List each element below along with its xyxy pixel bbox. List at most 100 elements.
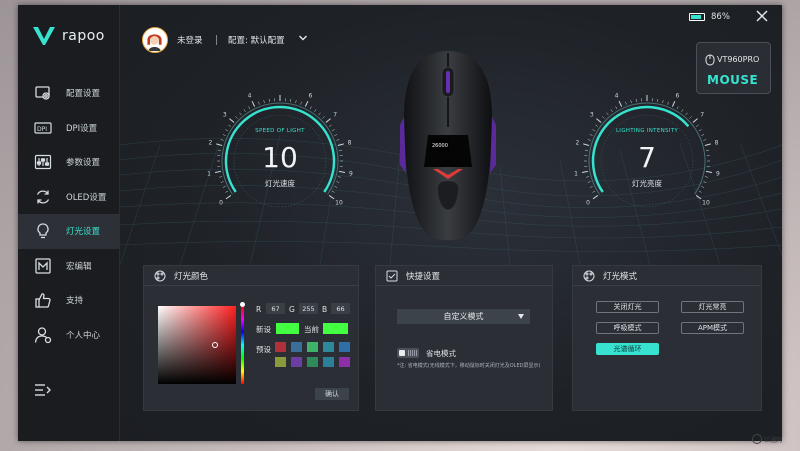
user-gear-icon [34,326,52,344]
bulb-icon [34,222,52,240]
gauge-tick [258,101,260,105]
avatar[interactable] [142,27,168,53]
svg-text:DPI: DPI [37,126,47,133]
gauge-tick [290,98,292,102]
gauge-tick [701,134,705,136]
gauge-tick [228,124,231,127]
gauge-tick [229,118,235,123]
mode-select[interactable]: 自定义模式 [397,309,530,324]
r-input[interactable]: 67 [266,303,285,314]
speed-gauge[interactable]: 012345678910 SPEED OF LIGHT 10 灯光速度 [205,91,355,221]
gauge-tick [596,118,602,123]
gauge-tick [698,190,702,193]
confirm-button[interactable]: 确认 [315,388,349,400]
preset-swatch[interactable] [307,342,318,352]
preset-swatch[interactable] [307,357,318,367]
watermark: 亿通网 [752,432,792,446]
gauge-tick [595,124,598,127]
sidebar-item-label: DPI设置 [66,123,98,134]
gauge-tick [606,112,609,116]
gauge-tick-label: 10 [335,199,343,206]
gauge-tick [248,106,251,110]
gauge-tick-label: 6 [676,93,680,100]
thumbs-up-icon [34,291,52,309]
sidebar-item-label: 支持 [66,296,84,307]
sidebar-item-profile-settings[interactable]: 配置设置 [18,76,120,111]
sidebar-item-user-center[interactable]: 个人中心 [18,318,120,353]
hue-slider-handle[interactable] [240,302,245,307]
new-color-swatch [276,323,299,334]
sidebar-item-support[interactable]: 支持 [18,283,120,318]
speed-gauge-value: 10 [262,141,298,174]
gauge-tick [618,100,623,107]
profile-selector[interactable]: 配置: 默认配置 [228,34,285,46]
gauge-tick [239,112,242,116]
sidebar-item-dpi[interactable]: DPI DPI设置 [18,111,120,146]
intensity-gauge[interactable]: 012345678910 LIGHTING INTENSITY 7 灯光亮度 [572,91,722,221]
current-color-swatch [323,323,348,334]
gauge-tick [671,100,676,107]
mode-off-button[interactable]: 关闭灯光 [596,301,659,313]
dpi-icon: DPI [34,119,52,137]
power-save-note: *注: 省电模式(无线模式下，移动鼠标时关闭灯光及OLED屏显示) [397,363,541,369]
app-window: rapoo 配置设置 DPI DPI设置 参数设置 OLED设置 灯光设置 宏编… [18,5,782,441]
sidebar-item-params[interactable]: 参数设置 [18,145,120,180]
gauge-tick [635,98,637,102]
g-label: G [289,305,295,314]
color-picker-square[interactable] [158,306,236,384]
speed-gauge-title: SPEED OF LIGHT [255,128,305,134]
sidebar-item-oled[interactable]: OLED设置 [18,180,120,215]
gauge-tick [318,112,321,116]
monitor-gear-icon [34,84,52,102]
palette-icon [583,270,595,281]
sidebar-item-label: 配置设置 [66,89,101,100]
mode-spectrum-button[interactable]: 光谱循环 [596,343,659,355]
preset-swatch[interactable] [275,357,286,367]
gauge-tick [685,112,688,116]
sidebar-item-label: 参数设置 [66,158,101,169]
sidebar: rapoo 配置设置 DPI DPI设置 参数设置 OLED设置 灯光设置 宏编… [18,5,120,441]
chevron-down-icon[interactable] [298,33,308,43]
mouse-icon [705,54,715,66]
sliders-icon [34,153,52,171]
hue-slider[interactable] [241,306,244,384]
collapse-menu-icon[interactable] [34,382,52,398]
mode-apm-button[interactable]: APM模式 [681,322,744,334]
gauge-tick-label: 7 [333,112,337,119]
gauge-tick-label: 6 [309,93,313,100]
palette-icon [154,270,166,281]
sidebar-item-label: OLED设置 [66,192,107,203]
preset-swatch[interactable] [323,342,334,352]
preset-swatch[interactable] [323,357,334,367]
sidebar-item-label: 个人中心 [66,330,101,341]
gauge-tick [334,134,338,136]
preset-swatch[interactable] [339,357,350,367]
rapoo-logo-icon [33,27,55,45]
gauge-tick [314,109,317,112]
gauge-tick [322,116,325,119]
preset-swatch[interactable] [275,342,286,352]
b-input[interactable]: 66 [331,303,350,314]
g-input[interactable]: 255 [299,303,318,314]
color-picker-cursor[interactable] [212,342,218,348]
brand-logo: rapoo [32,25,105,47]
mode-steady-button[interactable]: 灯光常亮 [681,301,744,313]
mode-breathing-button[interactable]: 呼吸模式 [596,322,659,334]
gauge-tick [696,124,699,127]
gauge-tick [681,109,684,112]
device-card[interactable]: VT960PRO MOUSE [696,42,771,94]
preset-swatch[interactable] [291,357,302,367]
sidebar-item-macro[interactable]: 宏编辑 [18,249,120,284]
power-save-label: 省电模式 [426,349,456,358]
login-status[interactable]: 未登录 [177,34,203,46]
preset-swatch[interactable] [339,342,350,352]
r-label: R [256,305,262,314]
sidebar-item-lighting[interactable]: 灯光设置 [18,214,120,249]
close-icon[interactable] [756,10,768,22]
gauge-tick [610,109,613,112]
preset-swatch[interactable] [291,342,302,352]
gauge-tick [630,100,632,104]
gauge-tick [331,190,335,193]
sidebar-item-label: 宏编辑 [66,261,92,272]
power-save-toggle[interactable] [397,348,419,358]
